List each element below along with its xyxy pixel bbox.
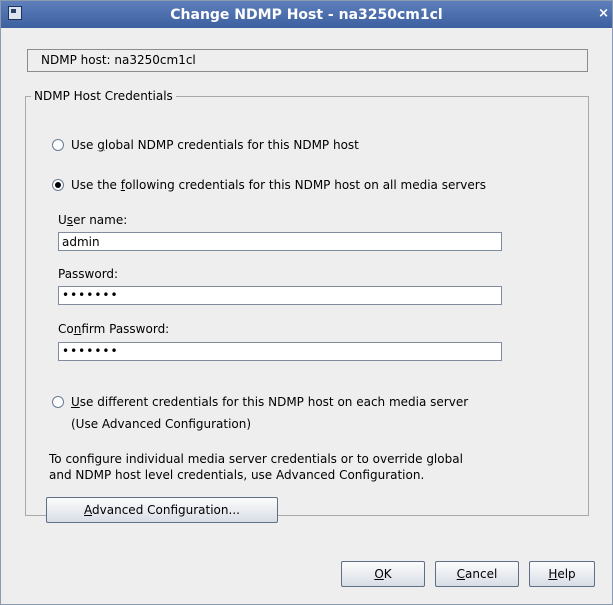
- ndmp-host-value: na3250cm1cl: [114, 53, 196, 67]
- info-text-line-2: and NDMP host level credentials, use Adv…: [49, 468, 425, 482]
- close-icon[interactable]: ×: [598, 6, 609, 21]
- info-text-line-1: To configure individual media server cre…: [49, 452, 463, 466]
- different-credentials-note: (Use Advanced Configuration): [71, 417, 252, 431]
- cancel-button[interactable]: Cancel: [435, 561, 519, 587]
- following-credentials-label: Use the following credentials for this N…: [71, 178, 486, 192]
- following-credentials-option[interactable]: Use the following credentials for this N…: [52, 178, 486, 192]
- window-title: Change NDMP Host - na3250cm1cl: [170, 7, 443, 23]
- ok-button[interactable]: OK: [341, 561, 425, 587]
- help-button[interactable]: Help: [529, 561, 595, 587]
- advanced-configuration-label: Advanced Configuration...: [84, 503, 240, 517]
- ndmp-host-label: NDMP host:: [41, 53, 111, 67]
- ndmp-host-display: NDMP host: na3250cm1cl: [27, 49, 588, 72]
- ok-label: OK: [374, 567, 392, 581]
- different-credentials-radio[interactable]: [52, 396, 64, 408]
- confirm-password-input[interactable]: •••••••: [58, 342, 502, 361]
- global-credentials-radio[interactable]: [52, 139, 64, 151]
- different-credentials-option[interactable]: Use different credentials for this NDMP …: [52, 395, 468, 409]
- global-credentials-option[interactable]: Use global NDMP credentials for this NDM…: [52, 138, 359, 152]
- change-ndmp-host-dialog: Change NDMP Host - na3250cm1cl × NDMP ho…: [0, 0, 613, 605]
- username-input[interactable]: [58, 232, 502, 251]
- confirm-password-label: Confirm Password:: [58, 322, 170, 336]
- following-credentials-radio[interactable]: [52, 179, 64, 191]
- title-bar[interactable]: Change NDMP Host - na3250cm1cl ×: [1, 1, 612, 28]
- password-label: Password:: [58, 267, 119, 281]
- cancel-label: Cancel: [456, 567, 498, 581]
- global-credentials-label: Use global NDMP credentials for this NDM…: [71, 138, 359, 152]
- username-label: User name:: [58, 213, 128, 227]
- password-input[interactable]: •••••••: [58, 286, 502, 305]
- different-credentials-label: Use different credentials for this NDMP …: [71, 395, 469, 409]
- help-label: Help: [548, 567, 576, 581]
- credentials-group-title: NDMP Host Credentials: [31, 89, 176, 103]
- advanced-configuration-button[interactable]: Advanced Configuration...: [46, 497, 278, 523]
